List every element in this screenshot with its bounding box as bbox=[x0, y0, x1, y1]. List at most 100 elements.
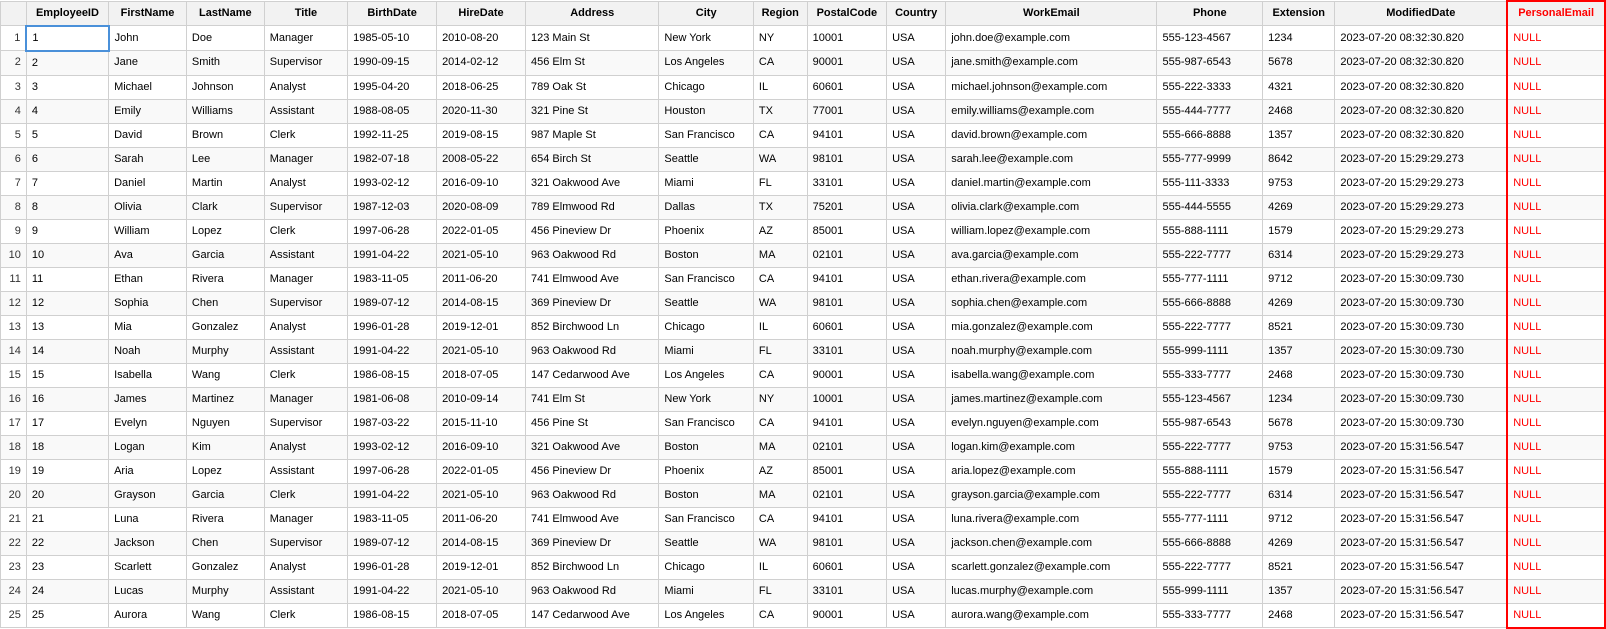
cell-modifieddate: 2023-07-20 15:30:09.730 bbox=[1335, 387, 1507, 411]
cell-firstname: Michael bbox=[109, 75, 187, 99]
column-header-employeeid: EmployeeID bbox=[26, 1, 108, 26]
table-row[interactable]: 77DanielMartinAnalyst1993-02-122016-09-1… bbox=[1, 171, 1606, 195]
cell-city: Houston bbox=[659, 99, 754, 123]
cell-phone: 555-222-7777 bbox=[1157, 435, 1263, 459]
table-row[interactable]: 1616JamesMartinezManager1981-06-082010-0… bbox=[1, 387, 1606, 411]
cell-firstname: Aurora bbox=[109, 603, 187, 628]
cell-country: USA bbox=[887, 123, 946, 147]
cell-address: 963 Oakwood Rd bbox=[526, 579, 659, 603]
table-row[interactable]: 2020GraysonGarciaClerk1991-04-222021-05-… bbox=[1, 483, 1606, 507]
table-row[interactable]: 2222JacksonChenSupervisor1989-07-122014-… bbox=[1, 531, 1606, 555]
cell-personalemail: NULL bbox=[1507, 579, 1605, 603]
cell-phone: 555-987-6543 bbox=[1157, 411, 1263, 435]
cell-personalemail: NULL bbox=[1507, 171, 1605, 195]
cell-rownum: 7 bbox=[1, 171, 27, 195]
cell-postalcode: 90001 bbox=[807, 363, 887, 387]
cell-country: USA bbox=[887, 315, 946, 339]
cell-extension: 8521 bbox=[1263, 555, 1335, 579]
cell-hiredate: 2021-05-10 bbox=[437, 579, 526, 603]
column-header-postalcode: PostalCode bbox=[807, 1, 887, 26]
table-row[interactable]: 1111EthanRiveraManager1983-11-052011-06-… bbox=[1, 267, 1606, 291]
table-row[interactable]: 1818LoganKimAnalyst1993-02-122016-09-103… bbox=[1, 435, 1606, 459]
cell-employeeid: 25 bbox=[26, 603, 108, 628]
cell-workemail: grayson.garcia@example.com bbox=[946, 483, 1157, 507]
cell-personalemail: NULL bbox=[1507, 243, 1605, 267]
table-row[interactable]: 1212SophiaChenSupervisor1989-07-122014-0… bbox=[1, 291, 1606, 315]
cell-postalcode: 10001 bbox=[807, 387, 887, 411]
cell-birthdate: 1993-02-12 bbox=[348, 435, 437, 459]
cell-phone: 555-222-7777 bbox=[1157, 483, 1263, 507]
cell-country: USA bbox=[887, 195, 946, 219]
cell-title: Clerk bbox=[264, 219, 347, 243]
cell-modifieddate: 2023-07-20 15:29:29.273 bbox=[1335, 195, 1507, 219]
cell-country: USA bbox=[887, 243, 946, 267]
cell-extension: 5678 bbox=[1263, 51, 1335, 76]
cell-city: Boston bbox=[659, 243, 754, 267]
table-row[interactable]: 1717EvelynNguyenSupervisor1987-03-222015… bbox=[1, 411, 1606, 435]
cell-lastname: Murphy bbox=[186, 339, 264, 363]
table-row[interactable]: 11JohnDoeManager1985-05-102010-08-20123 … bbox=[1, 26, 1606, 51]
cell-personalemail: NULL bbox=[1507, 51, 1605, 76]
cell-firstname: Jane bbox=[109, 51, 187, 76]
cell-city: Chicago bbox=[659, 75, 754, 99]
table-row[interactable]: 1313MiaGonzalezAnalyst1996-01-282019-12-… bbox=[1, 315, 1606, 339]
column-header-country: Country bbox=[887, 1, 946, 26]
cell-workemail: logan.kim@example.com bbox=[946, 435, 1157, 459]
cell-personalemail: NULL bbox=[1507, 219, 1605, 243]
table-row[interactable]: 1010AvaGarciaAssistant1991-04-222021-05-… bbox=[1, 243, 1606, 267]
cell-workemail: michael.johnson@example.com bbox=[946, 75, 1157, 99]
cell-country: USA bbox=[887, 555, 946, 579]
cell-birthdate: 1989-07-12 bbox=[348, 531, 437, 555]
cell-employeeid: 18 bbox=[26, 435, 108, 459]
cell-employeeid: 6 bbox=[26, 147, 108, 171]
cell-address: 369 Pineview Dr bbox=[526, 291, 659, 315]
cell-firstname: Daniel bbox=[109, 171, 187, 195]
cell-employeeid: 13 bbox=[26, 315, 108, 339]
cell-title: Assistant bbox=[264, 99, 347, 123]
table-row[interactable]: 2424LucasMurphyAssistant1991-04-222021-0… bbox=[1, 579, 1606, 603]
table-row[interactable]: 55DavidBrownClerk1992-11-252019-08-15987… bbox=[1, 123, 1606, 147]
cell-personalemail: NULL bbox=[1507, 531, 1605, 555]
table-row[interactable]: 1919AriaLopezAssistant1997-06-282022-01-… bbox=[1, 459, 1606, 483]
cell-personalemail: NULL bbox=[1507, 555, 1605, 579]
cell-city: Phoenix bbox=[659, 459, 754, 483]
cell-country: USA bbox=[887, 531, 946, 555]
cell-birthdate: 1997-06-28 bbox=[348, 219, 437, 243]
cell-phone: 555-333-7777 bbox=[1157, 603, 1263, 628]
cell-personalemail: NULL bbox=[1507, 459, 1605, 483]
cell-extension: 8521 bbox=[1263, 315, 1335, 339]
cell-firstname: Emily bbox=[109, 99, 187, 123]
cell-city: Dallas bbox=[659, 195, 754, 219]
cell-phone: 555-666-8888 bbox=[1157, 531, 1263, 555]
cell-birthdate: 1985-05-10 bbox=[348, 26, 437, 51]
cell-lastname: Lopez bbox=[186, 219, 264, 243]
table-row[interactable]: 1414NoahMurphyAssistant1991-04-222021-05… bbox=[1, 339, 1606, 363]
table-row[interactable]: 2323ScarlettGonzalezAnalyst1996-01-28201… bbox=[1, 555, 1606, 579]
cell-modifieddate: 2023-07-20 08:32:30.820 bbox=[1335, 51, 1507, 76]
table-row[interactable]: 66SarahLeeManager1982-07-182008-05-22654… bbox=[1, 147, 1606, 171]
cell-employeeid: 4 bbox=[26, 99, 108, 123]
table-row[interactable]: 2525AuroraWangClerk1986-08-152018-07-051… bbox=[1, 603, 1606, 628]
cell-lastname: Garcia bbox=[186, 483, 264, 507]
table-row[interactable]: 44EmilyWilliamsAssistant1988-08-052020-1… bbox=[1, 99, 1606, 123]
table-row[interactable]: 33MichaelJohnsonAnalyst1995-04-202018-06… bbox=[1, 75, 1606, 99]
cell-workemail: jackson.chen@example.com bbox=[946, 531, 1157, 555]
cell-address: 963 Oakwood Rd bbox=[526, 339, 659, 363]
table-row[interactable]: 1515IsabellaWangClerk1986-08-152018-07-0… bbox=[1, 363, 1606, 387]
cell-employeeid: 8 bbox=[26, 195, 108, 219]
table-row[interactable]: 22JaneSmithSupervisor1990-09-152014-02-1… bbox=[1, 51, 1606, 76]
cell-region: IL bbox=[753, 75, 807, 99]
cell-extension: 8642 bbox=[1263, 147, 1335, 171]
table-row[interactable]: 99WilliamLopezClerk1997-06-282022-01-054… bbox=[1, 219, 1606, 243]
cell-modifieddate: 2023-07-20 15:31:56.547 bbox=[1335, 435, 1507, 459]
cell-title: Analyst bbox=[264, 435, 347, 459]
cell-title: Supervisor bbox=[264, 291, 347, 315]
cell-firstname: Ethan bbox=[109, 267, 187, 291]
cell-title: Assistant bbox=[264, 339, 347, 363]
cell-title: Clerk bbox=[264, 603, 347, 628]
table-row[interactable]: 88OliviaClarkSupervisor1987-12-032020-08… bbox=[1, 195, 1606, 219]
cell-birthdate: 1989-07-12 bbox=[348, 291, 437, 315]
cell-hiredate: 2018-07-05 bbox=[437, 363, 526, 387]
table-row[interactable]: 2121LunaRiveraManager1983-11-052011-06-2… bbox=[1, 507, 1606, 531]
cell-city: Seattle bbox=[659, 291, 754, 315]
